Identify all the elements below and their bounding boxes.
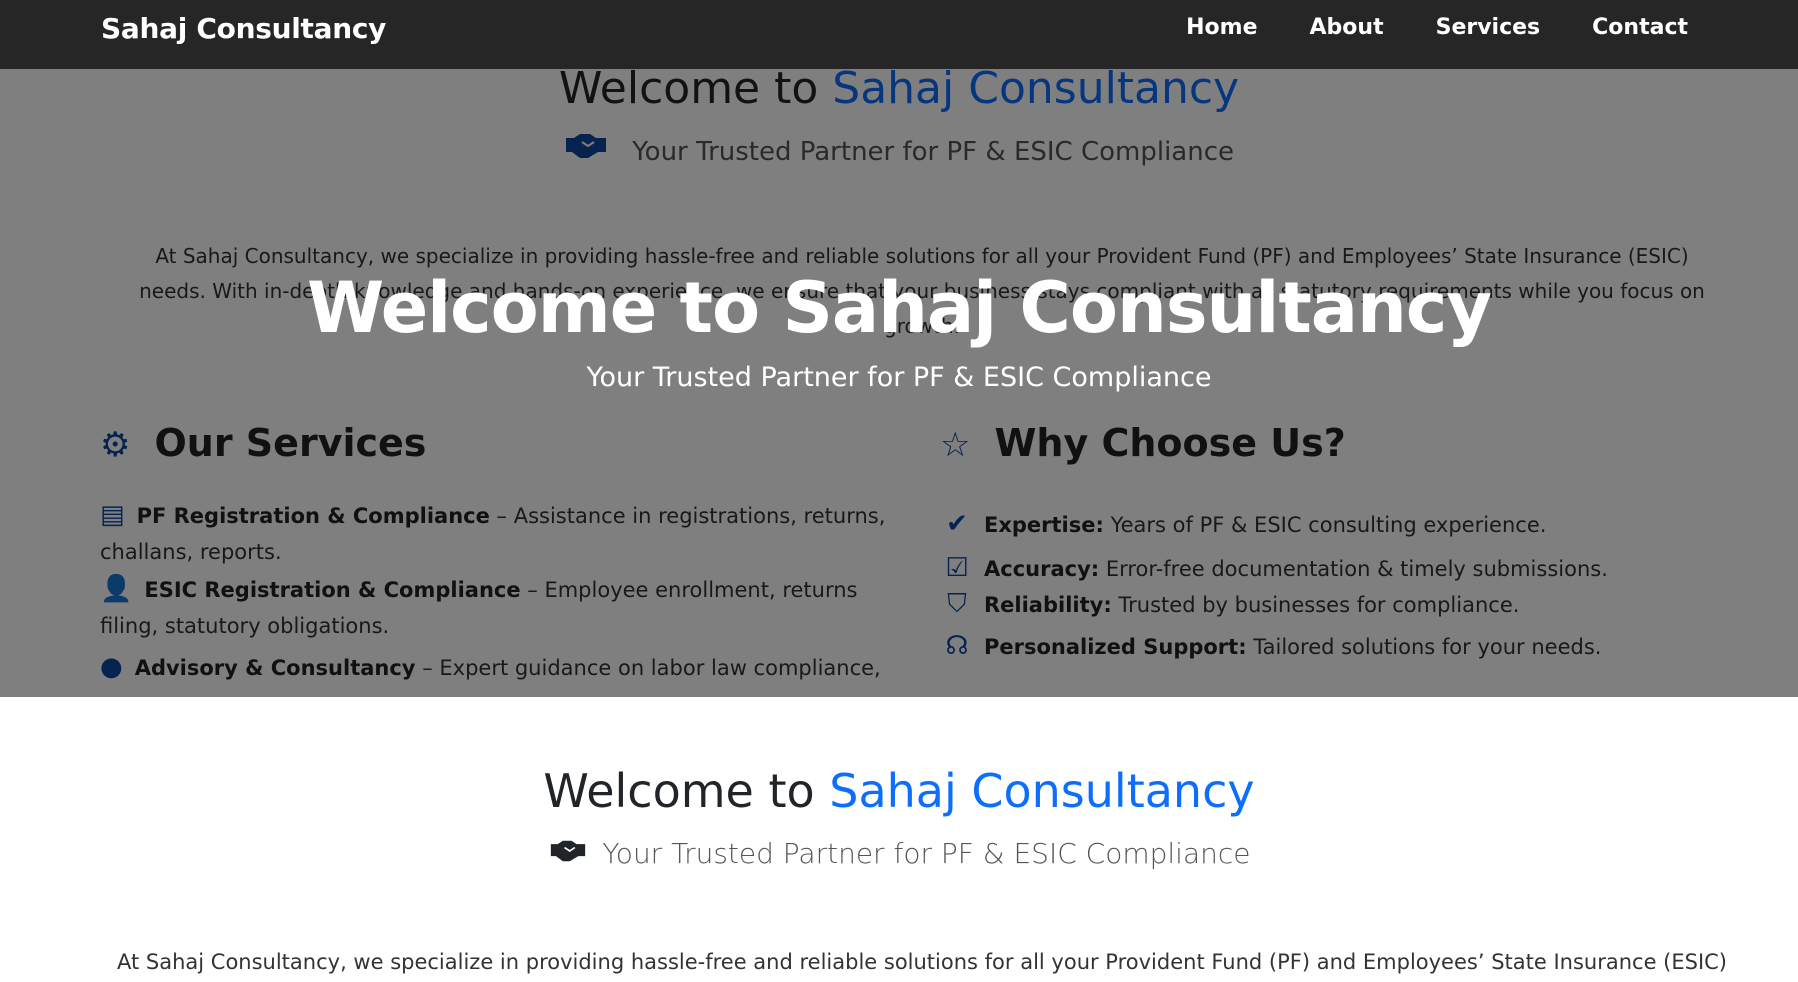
welcome-tagline: Your Trusted Partner for PF & ESIC Compl… xyxy=(0,837,1798,870)
handshake-icon xyxy=(548,837,597,870)
hero-subtitle: Your Trusted Partner for PF & ESIC Compl… xyxy=(586,362,1212,393)
nav-services-link[interactable]: Services xyxy=(1436,15,1541,40)
nav-home-link[interactable]: Home xyxy=(1186,15,1257,40)
intro-paragraph: At Sahaj Consultancy, we specialize in p… xyxy=(116,950,1728,974)
nav-about-link[interactable]: About xyxy=(1310,15,1384,40)
nav-contact-link[interactable]: Contact xyxy=(1592,15,1688,40)
nav-links: Home About Services Contact xyxy=(1186,15,1688,40)
welcome-title: Welcome to Sahaj Consultancy xyxy=(543,764,1255,818)
brand-logo[interactable]: Sahaj Consultancy xyxy=(101,12,386,45)
hero-title: Welcome to Sahaj Consultancy xyxy=(306,267,1492,349)
hero-section: Welcome to Sahaj Consultancy Your Truste… xyxy=(0,69,1798,697)
navbar: Sahaj Consultancy Home About Services Co… xyxy=(0,0,1798,69)
